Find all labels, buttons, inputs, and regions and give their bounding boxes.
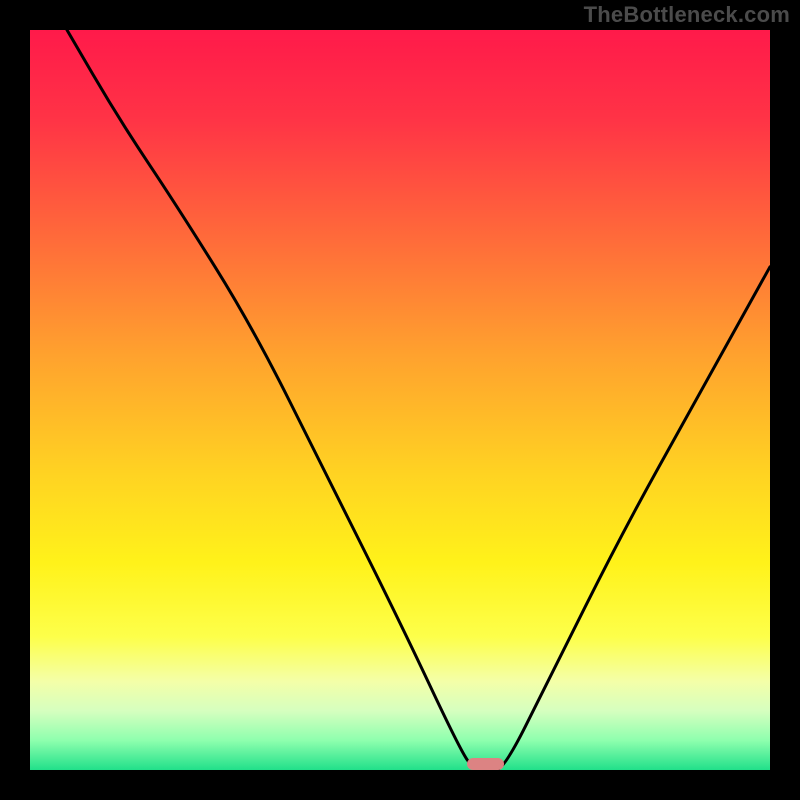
watermark-text: TheBottleneck.com <box>584 2 790 28</box>
chart-svg <box>30 30 770 770</box>
chart-frame: TheBottleneck.com <box>0 0 800 800</box>
plot-area <box>30 30 770 770</box>
gradient-background <box>30 30 770 770</box>
optimal-zone-marker <box>467 758 504 770</box>
